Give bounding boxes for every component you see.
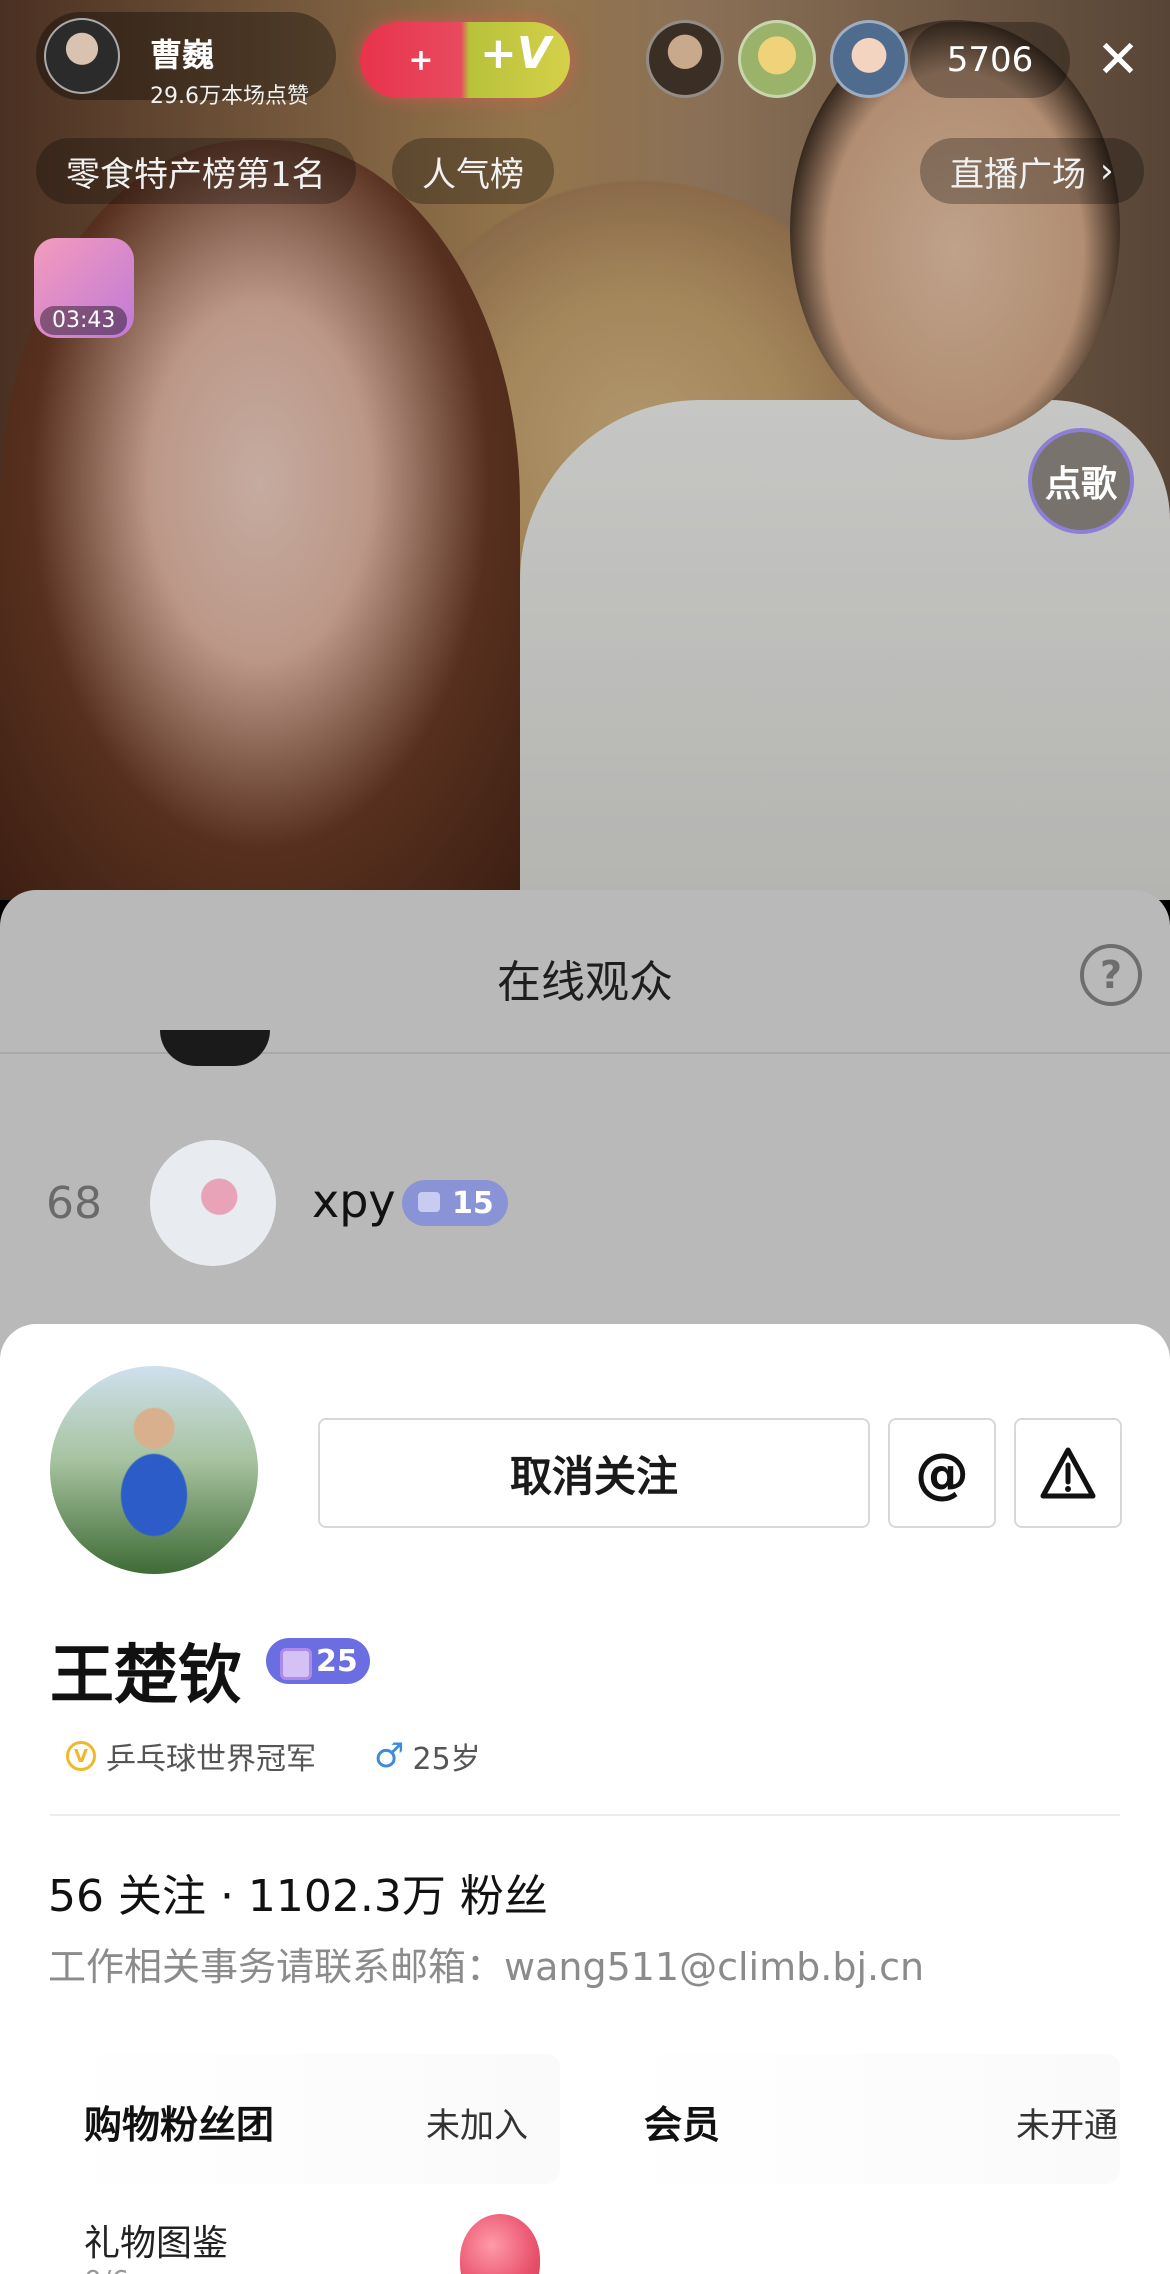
membership-title: 会员 — [644, 2103, 721, 2147]
viewer-count[interactable]: 5706 — [910, 22, 1070, 98]
audience-rank: 68 — [46, 1178, 102, 1229]
gift-gallery[interactable]: 礼物图鉴 0/6 — [50, 2204, 1120, 2274]
host-name: 曹巍 — [150, 36, 215, 74]
heart-plus-icon: + — [408, 42, 434, 78]
song-request-button[interactable]: 点歌 — [1028, 428, 1134, 534]
close-icon[interactable]: ✕ — [1086, 28, 1150, 92]
audience-avatar[interactable] — [150, 1140, 276, 1266]
follow-heart-badge[interactable]: + +V — [360, 22, 570, 98]
fan-club-title: 购物粉丝团 — [84, 2103, 275, 2147]
divider — [50, 1814, 1120, 1816]
follow-stats[interactable]: 56 关注 · 1102.3万 粉丝 — [48, 1860, 548, 1924]
host-avatar[interactable] — [44, 18, 120, 94]
fan-club-panel[interactable]: 购物粉丝团 未加入 — [50, 2054, 560, 2184]
rank-chip-snacks[interactable]: 零食特产榜第1名 — [36, 138, 356, 204]
user-profile-card: 取消关注 @ 王楚钦 25 V 乒乓球世界冠军 ♂ 25岁 56 关注 · 11… — [0, 1324, 1170, 2274]
rank-chip-popularity[interactable]: 人气榜 — [392, 138, 554, 204]
unfollow-button[interactable]: 取消关注 — [318, 1418, 870, 1528]
gift-gallery-count: 0/6 — [84, 2264, 129, 2274]
v-plus-icon: +V — [480, 28, 551, 79]
membership-status: 未开通 — [1016, 2106, 1118, 2146]
chevron-right-icon: › — [1100, 151, 1114, 191]
live-video[interactable] — [0, 0, 1170, 900]
gift-timer: 03:43 — [40, 306, 128, 335]
profile-age: 25岁 — [412, 1742, 481, 1777]
audience-level-badge: 15 — [402, 1180, 508, 1226]
fan-club-status: 未加入 — [426, 2106, 528, 2146]
profile-bio: 工作相关事务请联系邮箱：wang511@climb.bj.cn — [48, 1945, 925, 1989]
profile-tags: V 乒乓球世界冠军 ♂ 25岁 — [66, 1734, 481, 1778]
help-icon[interactable]: ? — [1080, 944, 1142, 1006]
membership-panel[interactable]: 会员 未开通 — [610, 2054, 1120, 2184]
host-likes: 29.6万本场点赞 — [150, 84, 309, 109]
live-square-link[interactable]: 直播广场 › — [920, 138, 1144, 204]
audience-name: xpy — [312, 1174, 396, 1228]
mention-at-icon[interactable]: @ — [888, 1418, 996, 1528]
profile-level-badge: 25 — [266, 1638, 370, 1684]
report-warning-icon[interactable] — [1014, 1418, 1122, 1528]
male-icon: ♂ — [374, 1736, 405, 1776]
live-square-label: 直播广场 — [950, 154, 1086, 195]
video-dim-overlay — [0, 0, 1170, 900]
profile-name: 王楚钦 — [50, 1639, 242, 1713]
gift-gallery-title: 礼物图鉴 — [84, 2223, 229, 2264]
audience-title: 在线观众 — [497, 957, 673, 1008]
warning-triangle-icon — [1040, 1447, 1096, 1499]
top-viewer-avatar-2[interactable] — [738, 20, 816, 98]
host-info[interactable]: 曹巍 29.6万本场点赞 — [36, 12, 336, 109]
verified-title: 乒乓球世界冠军 — [106, 1742, 316, 1777]
membership-panels: 购物粉丝团 未加入 会员 未开通 — [50, 2054, 1120, 2184]
top-viewer-avatar-3[interactable] — [830, 20, 908, 98]
profile-avatar[interactable] — [50, 1366, 258, 1574]
audience-avatar-partial — [160, 1030, 270, 1066]
verified-v-icon: V — [66, 1741, 96, 1771]
hot-air-balloon-icon — [460, 2214, 540, 2274]
top-viewer-avatar-1[interactable] — [646, 20, 724, 98]
live-top-bar: 曹巍 29.6万本场点赞 + +V 5706 ✕ — [0, 0, 1170, 120]
audience-row[interactable]: 68 xpy 15 — [0, 1140, 1170, 1280]
